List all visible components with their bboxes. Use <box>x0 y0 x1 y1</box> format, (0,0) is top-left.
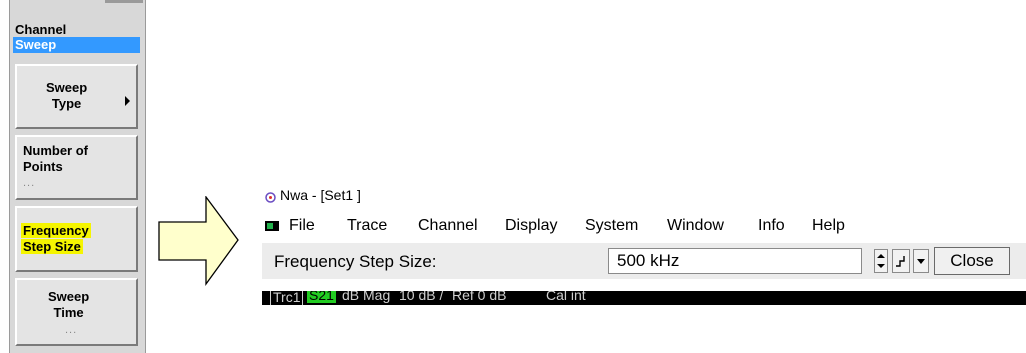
trace-label[interactable]: Trc1 <box>270 291 304 305</box>
menu-help[interactable]: Help <box>812 217 845 235</box>
menu-trace[interactable]: Trace <box>347 217 387 235</box>
close-button[interactable]: Close <box>934 247 1010 275</box>
softkey-label-line1: Sweep <box>46 80 88 95</box>
trace-ref: Ref 0 dB <box>452 291 507 303</box>
softkey-label-line2: Points <box>23 159 63 174</box>
softkey-number-of-points[interactable]: Number of Points ... <box>15 135 138 200</box>
dropdown-button[interactable] <box>913 249 929 273</box>
menu-bar: File Trace Channel Display System Window… <box>262 214 1026 238</box>
softkey-label-line1: Number of <box>23 143 88 158</box>
panel-subtitle: Sweep <box>13 37 140 53</box>
panel-title: Channel <box>15 22 67 37</box>
window-title: Nwa - [Set1 ] <box>280 190 361 203</box>
entry-toolbar: Frequency Step Size: 500 kHz Close <box>262 242 1026 279</box>
menu-file[interactable]: File <box>289 217 315 235</box>
menu-window[interactable]: Window <box>667 217 724 235</box>
softkey-sweep-time[interactable]: Sweep Time ... <box>15 278 138 346</box>
menu-info[interactable]: Info <box>758 217 785 235</box>
softkey-label-line2: Step Size <box>21 239 83 254</box>
spin-down-icon[interactable] <box>877 264 885 268</box>
softkey-sweep-type[interactable]: Sweep Type <box>15 64 138 129</box>
softkey-frequency-step-size[interactable]: Frequency Step Size <box>15 206 138 272</box>
spin-up-icon[interactable] <box>877 254 885 258</box>
menu-system[interactable]: System <box>585 217 638 235</box>
submenu-arrow-icon <box>125 96 130 106</box>
step-icon <box>896 256 905 267</box>
value-spinner[interactable] <box>874 249 888 273</box>
softkey-dots: ... <box>23 177 36 189</box>
menu-channel[interactable]: Channel <box>418 217 478 235</box>
trace-param-badge[interactable]: S21 <box>307 291 336 303</box>
trace-format: dB Mag <box>342 291 391 303</box>
trace-scale: 10 dB / <box>399 291 444 303</box>
system-menu-icon[interactable] <box>265 221 279 231</box>
trace-status-bar: Trc1 S21 dB Mag 10 dB / Ref 0 dB Cal int <box>262 291 1026 305</box>
menu-display[interactable]: Display <box>505 217 557 235</box>
softkey-panel: Channel Sweep Sweep Type Number of Point… <box>9 0 146 353</box>
window-titlebar: Nwa - [Set1 ] <box>262 190 1026 205</box>
nwa-window: Nwa - [Set1 ] File Trace Channel Display… <box>262 190 1026 353</box>
softkey-dots: ... <box>65 324 78 336</box>
trace-cal: Cal int <box>546 291 586 303</box>
app-icon <box>265 192 276 203</box>
entry-label: Frequency Step Size: <box>274 252 437 271</box>
softkey-label-line1: Frequency <box>21 223 91 238</box>
panel-header: Channel Sweep <box>13 20 140 55</box>
pointer-arrow-icon <box>158 196 239 286</box>
step-icon-button[interactable] <box>892 249 910 273</box>
softkey-label-line1: Sweep <box>48 289 90 304</box>
step-size-input[interactable]: 500 kHz <box>608 248 862 274</box>
panel-scroll-marker <box>105 0 143 3</box>
softkey-label-line2: Type <box>51 96 82 111</box>
softkey-label-line2: Time <box>53 305 84 320</box>
